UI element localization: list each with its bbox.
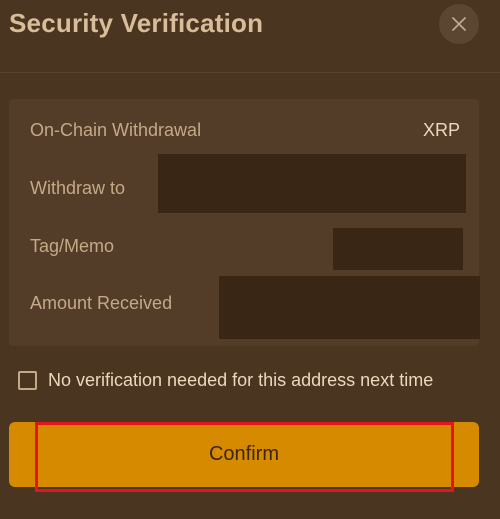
header-divider xyxy=(0,72,500,73)
confirm-button[interactable]: Confirm xyxy=(9,422,479,487)
currency-value: XRP xyxy=(423,120,461,140)
withdrawal-type-label: On-Chain Withdrawal xyxy=(30,120,202,140)
withdraw-to-address-redacted xyxy=(158,154,466,213)
withdraw-to-label: Withdraw to xyxy=(30,178,126,198)
dialog-title: Security Verification xyxy=(9,8,264,38)
amount-received-value-redacted xyxy=(219,276,480,339)
confirm-button-label: Confirm xyxy=(208,443,279,465)
security-verification-dialog: Security Verification On-Chain Withdrawa… xyxy=(0,0,500,519)
tag-memo-value-redacted xyxy=(333,228,463,270)
close-icon xyxy=(452,17,466,31)
amount-received-label: Amount Received xyxy=(30,293,173,313)
skip-verification-label: No verification needed for this address … xyxy=(48,370,434,390)
tag-memo-label: Tag/Memo xyxy=(30,236,115,256)
skip-verification-option[interactable]: No verification needed for this address … xyxy=(18,370,433,391)
skip-verification-checkbox[interactable] xyxy=(18,371,37,390)
close-button[interactable] xyxy=(439,4,479,44)
withdrawal-details-panel: On-Chain Withdrawal XRP Withdraw to Tag/… xyxy=(9,99,480,346)
